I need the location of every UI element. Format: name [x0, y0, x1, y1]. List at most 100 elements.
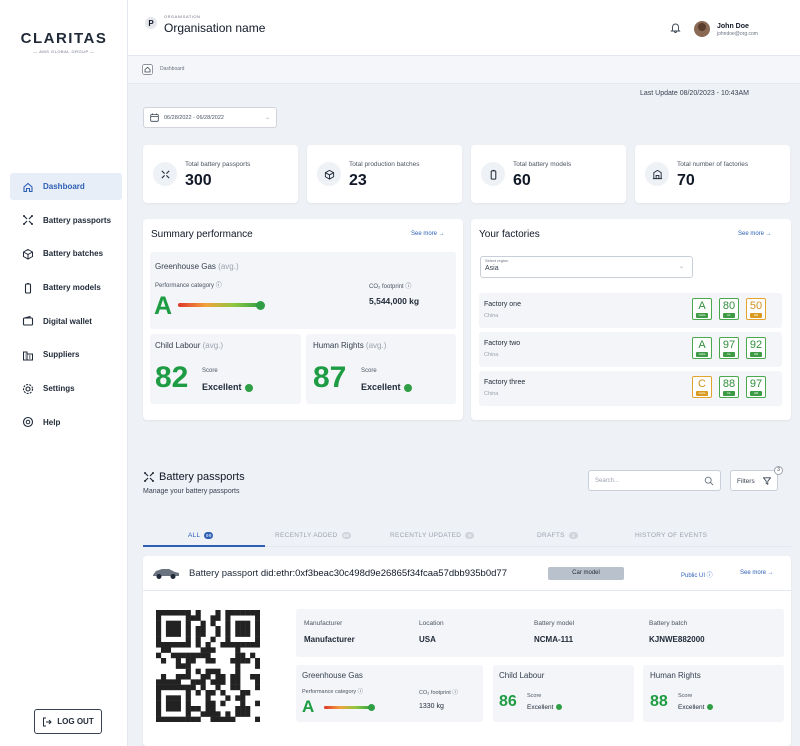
factories-see-more-link[interactable]: See more →	[738, 231, 772, 237]
qr-module	[235, 652, 241, 659]
qr-module	[165, 642, 172, 648]
qr-module	[185, 642, 191, 648]
brand-logo[interactable]: CLARITAS — AMS GLOBAL GROUP —	[16, 30, 112, 54]
co2-value: 5,544,000 kg	[369, 296, 420, 306]
breadcrumb-item[interactable]: Dashboard	[160, 66, 184, 72]
filters-button[interactable]: Filters	[730, 470, 778, 491]
passport-human-rights-score: 88	[650, 693, 668, 710]
tab-history-of-events[interactable]: HISTORY OF EVENTS	[635, 532, 707, 539]
qr-module	[240, 711, 246, 717]
tab-recently-updated[interactable]: RECENTLY UPDATED 8	[390, 532, 475, 539]
qr-module	[235, 631, 241, 637]
qr-module	[185, 695, 191, 701]
qr-module	[235, 610, 241, 616]
logout-label: LOG OUT	[57, 717, 94, 726]
qr-module	[180, 716, 186, 722]
qr-module	[156, 615, 162, 621]
rating-text: Excellent	[361, 382, 401, 392]
qr-module	[175, 626, 181, 632]
qr-module	[235, 695, 241, 701]
qr-module	[230, 679, 236, 685]
qr-module	[240, 652, 246, 659]
qr-module	[170, 684, 177, 691]
qr-module	[240, 626, 246, 632]
qr-module	[200, 679, 206, 685]
search-input[interactable]: Search...	[588, 470, 721, 491]
sidebar-item-battery-batches[interactable]: Battery batches	[10, 240, 122, 267]
filters-count-badge: 3	[774, 466, 783, 475]
qr-module	[156, 700, 162, 707]
qr-module	[175, 684, 181, 691]
qr-module	[255, 679, 260, 685]
wallet-icon	[22, 316, 34, 326]
location-value: USA	[419, 635, 436, 644]
passport-icon	[23, 215, 33, 226]
tab-recently-added[interactable]: RECENTLY ADDED 49	[275, 532, 351, 539]
factories-title: Your factories	[479, 229, 540, 240]
date-range-value: 06/28/2022 - 06/28/2022	[164, 114, 224, 121]
qr-module	[210, 636, 216, 643]
sidebar-item-label: Battery batches	[43, 249, 104, 259]
sidebar-item-battery-models[interactable]: Battery models	[10, 274, 122, 301]
sidebar-item-digital-wallet[interactable]: Digital wallet	[10, 308, 122, 335]
sidebar-item-dashboard[interactable]: Dashboard	[10, 173, 122, 200]
rating-text: Excellent	[202, 382, 242, 392]
qr-module	[255, 620, 260, 627]
qr-module	[190, 615, 196, 621]
passport-ghg-title: Greenhouse Gas	[302, 671, 363, 680]
qr-module	[170, 700, 177, 707]
passport-title[interactable]: Battery passport did:ethr:0xf3beac30c498…	[189, 568, 507, 579]
region-select-label: Select region	[485, 258, 509, 263]
passport-see-more-link[interactable]: See more →	[740, 570, 774, 576]
qr-module	[200, 620, 206, 627]
factory-row[interactable]: Factory three China C GHG 88 CL 97 HR	[479, 371, 782, 406]
stat-value: 70	[677, 172, 695, 189]
logout-button[interactable]: LOG OUT	[34, 709, 102, 734]
public-ui-link[interactable]: Public UI ⓘ	[681, 570, 713, 579]
qr-module	[156, 610, 162, 616]
date-range-picker[interactable]: 06/28/2022 - 06/28/2022 ⌄	[143, 107, 277, 128]
organisation-label: ORGANISATION	[164, 14, 201, 19]
qr-module	[255, 684, 260, 691]
sidebar-item-battery-passports[interactable]: Battery passports	[10, 207, 122, 234]
factory-row[interactable]: Factory two China A GHG 97 CL 92 HR	[479, 332, 782, 367]
qr-module	[230, 642, 236, 648]
tab-drafts[interactable]: DRAFTS 3	[537, 532, 578, 539]
home-icon[interactable]	[142, 64, 153, 75]
ghg-avg: (avg.)	[218, 262, 239, 271]
qr-module	[160, 684, 167, 691]
bell-icon[interactable]	[670, 22, 681, 33]
qr-code[interactable]	[156, 610, 260, 722]
region-select[interactable]: Select region Asia ⌄	[480, 256, 693, 278]
organisation-name[interactable]: Organisation name	[164, 21, 265, 35]
summary-see-more-link[interactable]: See more →	[411, 231, 445, 237]
sidebar-item-settings[interactable]: Settings	[10, 375, 122, 402]
human-rights-score: 87	[313, 361, 347, 394]
sidebar-item-help[interactable]: Help	[10, 409, 122, 436]
qr-module	[175, 631, 181, 637]
qr-module	[235, 658, 241, 664]
user-name[interactable]: John Doe	[717, 23, 749, 30]
qr-module	[225, 615, 231, 621]
passport-title-prefix: Battery passport	[189, 568, 259, 579]
factory-row[interactable]: Factory one China A GHG 80 CL 50 HR	[479, 293, 782, 328]
passport-icon	[160, 169, 170, 179]
qr-module	[240, 706, 246, 712]
search-placeholder: Search...	[595, 478, 620, 484]
badge-value: 97	[722, 339, 736, 351]
qr-module	[225, 716, 231, 722]
qr-module	[195, 626, 201, 632]
avatar[interactable]	[694, 21, 710, 37]
qr-module	[215, 684, 221, 691]
stat-icon-wrap	[645, 162, 669, 186]
chevron-down-icon: ⌄	[264, 115, 270, 121]
tab-all[interactable]: ALL 99	[188, 532, 214, 539]
badge-label: HR	[750, 352, 762, 357]
ghg-title-text: Greenhouse Gas	[155, 262, 216, 271]
help-icon	[22, 417, 34, 428]
sidebar-item-suppliers[interactable]: Suppliers	[10, 341, 122, 368]
sidebar-nav: Dashboard Battery passports Battery batc…	[10, 173, 122, 443]
score-label: Score	[678, 693, 693, 699]
qr-module	[225, 642, 231, 648]
qr-module	[185, 615, 191, 621]
